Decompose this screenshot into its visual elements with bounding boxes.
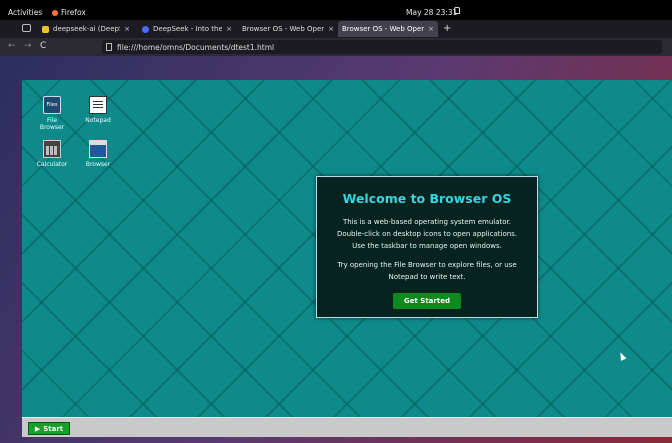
url-bar[interactable]: file:///home/omns/Documents/dtest1.html xyxy=(102,40,662,54)
start-button[interactable]: ▶ Start xyxy=(28,422,70,435)
close-tab-icon[interactable]: × xyxy=(428,25,434,33)
welcome-hint-line: Try opening the File Browser to explore … xyxy=(337,261,517,269)
desktop-icon-file-browser[interactable]: Files File Browser xyxy=(34,96,70,131)
close-tab-icon[interactable]: × xyxy=(226,25,232,33)
system-top-bar: Activities Firefox May 28 23:31 xyxy=(0,0,672,22)
tab-strip: deepseek-ai (DeepSeek) × DeepSeek - Into… xyxy=(0,20,672,38)
os-desktop: Files File Browser Notepad Calculator Br… xyxy=(22,80,672,437)
desktop-icon-browser[interactable]: Browser xyxy=(80,140,116,168)
welcome-dialog: Welcome to Browser OS This is a web-base… xyxy=(316,176,538,318)
browser-icon xyxy=(89,140,107,158)
alarm-icon xyxy=(454,7,460,14)
url-text: file:///home/omns/Documents/dtest1.html xyxy=(117,42,275,52)
tab-label: Browser OS - Web Operating xyxy=(342,25,425,33)
app-menu[interactable]: Firefox xyxy=(52,8,86,17)
navigation-bar: ← → C file:///home/omns/Documents/dtest1… xyxy=(0,38,672,56)
desktop-icon-calculator[interactable]: Calculator xyxy=(34,140,70,168)
back-arrow-icon[interactable]: ← xyxy=(8,41,16,51)
new-tab-button[interactable]: + xyxy=(443,23,451,34)
start-label: Start xyxy=(43,424,64,433)
activities-button[interactable]: Activities xyxy=(8,8,42,17)
get-started-button[interactable]: Get Started xyxy=(393,293,461,309)
welcome-title: Welcome to Browser OS xyxy=(342,191,512,206)
tab-browser-os-1[interactable]: Browser OS - Web Operating × xyxy=(238,21,338,37)
firefox-icon xyxy=(52,9,58,16)
welcome-hint-line: Notepad to write text. xyxy=(388,273,466,281)
tab-label: deepseek-ai (DeepSeek) xyxy=(53,25,120,33)
close-tab-icon[interactable]: × xyxy=(124,25,130,33)
desktop-icon-label: File Browser xyxy=(39,117,65,132)
welcome-intro-line: Double-click on desktop icons to open ap… xyxy=(336,230,518,238)
deepseek-icon xyxy=(142,25,149,33)
tab-label: DeepSeek - Into the Unkno xyxy=(153,25,223,33)
calculator-icon xyxy=(43,140,61,158)
file-browser-icon: Files xyxy=(43,96,61,114)
tab-list-icon[interactable] xyxy=(22,24,31,32)
forward-arrow-icon[interactable]: → xyxy=(24,41,32,51)
hug-icon xyxy=(42,25,49,33)
os-taskbar: ▶ Start xyxy=(22,417,672,437)
desktop-icon-notepad[interactable]: Notepad xyxy=(80,96,116,124)
tab-label: Browser OS - Web Operating xyxy=(242,25,325,33)
welcome-intro-line: This is a web-based operating system emu… xyxy=(342,218,512,226)
close-tab-icon[interactable]: × xyxy=(328,25,334,33)
tab-browser-os-active[interactable]: Browser OS - Web Operating × xyxy=(338,21,438,37)
page-icon xyxy=(106,43,112,51)
reload-icon[interactable]: C xyxy=(40,41,46,51)
play-icon: ▶ xyxy=(34,424,41,433)
desktop-icon-label: Notepad xyxy=(85,117,111,124)
file-browser-glyph-text: Files xyxy=(46,102,58,108)
app-name: Firefox xyxy=(61,8,86,17)
welcome-intro: This is a web-based operating system emu… xyxy=(317,216,537,252)
tab-deepseek[interactable]: DeepSeek - Into the Unkno × xyxy=(138,21,236,37)
welcome-hint: Try opening the File Browser to explore … xyxy=(317,259,537,283)
welcome-intro-line: Use the taskbar to manage open windows. xyxy=(352,242,502,250)
tab-deepseek-ai[interactable]: deepseek-ai (DeepSeek) × xyxy=(38,21,134,37)
desktop-icon-label: Browser xyxy=(85,161,111,168)
desktop-icon-label: Calculator xyxy=(36,161,68,168)
clock[interactable]: May 28 23:31 xyxy=(406,8,457,17)
notepad-icon xyxy=(89,96,107,114)
